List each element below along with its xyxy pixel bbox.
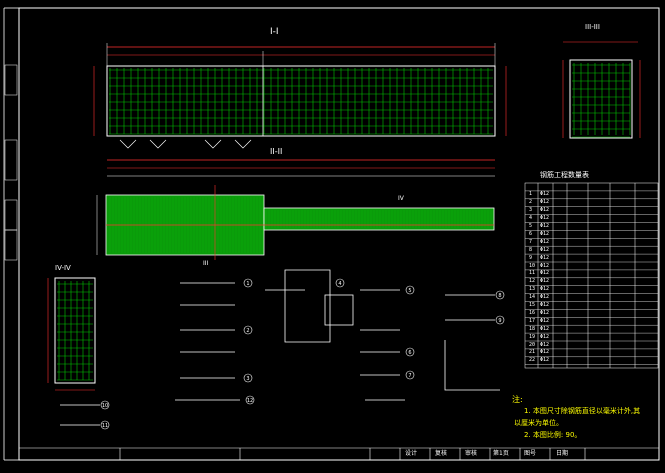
table-row: 16 bbox=[529, 309, 536, 316]
table-row: 12 bbox=[529, 278, 536, 285]
table-row: 17 bbox=[529, 317, 536, 324]
table-row: 9 bbox=[529, 254, 533, 261]
table-cell-diameter: Φ12 bbox=[540, 262, 550, 269]
table-cell-diameter: Φ12 bbox=[540, 246, 550, 253]
table-cell-diameter: Φ12 bbox=[540, 302, 550, 308]
rebar-table-title: 钢筋工程数量表 bbox=[540, 171, 589, 179]
table-row: 22 bbox=[529, 357, 536, 364]
table-cell-diameter: Φ12 bbox=[540, 349, 550, 356]
title-block-page: 第1页 bbox=[493, 450, 509, 457]
table-cell-diameter: Φ12 bbox=[540, 286, 550, 293]
note-line-1: 1. 本图尺寸除钢筋直径以毫米计外,其 bbox=[524, 407, 641, 415]
bar-details bbox=[60, 269, 500, 426]
table-row: 1 bbox=[529, 191, 533, 198]
table-row: 21 bbox=[529, 349, 536, 356]
table-cell-diameter: Φ12 bbox=[540, 215, 550, 222]
table-cell-diameter: Φ12 bbox=[540, 294, 550, 301]
title-block-design: 设计 bbox=[405, 450, 418, 457]
bar-mark-label: 10 bbox=[102, 403, 108, 409]
note-line-1b: 以厘米为单位。 bbox=[514, 419, 563, 427]
table-cell-diameter: Φ12 bbox=[540, 254, 550, 261]
table-cell-diameter: Φ12 bbox=[540, 357, 550, 364]
plan-view bbox=[96, 185, 495, 260]
table-cell-diameter: Φ12 bbox=[540, 333, 550, 340]
marker-iv: IV bbox=[398, 195, 404, 202]
title-block-check: 复核 bbox=[435, 450, 448, 457]
cross-section-left bbox=[47, 277, 96, 391]
table-row: 3 bbox=[529, 207, 533, 214]
section-label-cross-left: IV-IV bbox=[55, 264, 71, 272]
structural-drawing: 123456789101112 bbox=[3, 7, 660, 461]
margin-title-strip bbox=[4, 64, 18, 261]
cad-drawing-canvas[interactable]: 1 2 3 4 5 6 7 8 9 10 11 12 I-I III-III II-II IV-IV … bbox=[0, 0, 665, 469]
table-row: 18 bbox=[529, 325, 536, 332]
table-cell-diameter: Φ12 bbox=[540, 191, 550, 198]
table-row: 4 bbox=[529, 215, 533, 222]
marker-iii: III bbox=[203, 260, 209, 267]
table-row: 8 bbox=[529, 246, 533, 253]
table-row: 5 bbox=[529, 223, 533, 229]
table-cell-diameter: Φ12 bbox=[540, 207, 550, 214]
section-label-plan: II-II bbox=[270, 147, 283, 156]
table-cell-diameter: Φ12 bbox=[540, 325, 550, 332]
title-block-date: 日期 bbox=[556, 450, 569, 457]
table-cell-diameter: Φ12 bbox=[540, 341, 550, 348]
table-row: 6 bbox=[529, 230, 533, 237]
table-cell-diameter: Φ12 bbox=[540, 270, 550, 277]
table-cell-diameter: Φ12 bbox=[540, 223, 550, 229]
table-cell-diameter: Φ12 bbox=[540, 238, 550, 245]
section-label-elevation: I-I bbox=[270, 27, 279, 37]
table-cell-diameter: Φ12 bbox=[540, 309, 550, 316]
bar-mark-label: 9 bbox=[498, 318, 501, 324]
elevation-view bbox=[93, 43, 507, 177]
section-label-cross-right: III-III bbox=[585, 23, 600, 31]
table-cell-diameter: Φ12 bbox=[540, 230, 550, 237]
bar-mark-label: 4 bbox=[338, 281, 341, 287]
title-block-review: 审核 bbox=[465, 450, 478, 457]
table-row: 14 bbox=[529, 294, 536, 301]
bar-mark-label: 11 bbox=[102, 423, 108, 429]
table-row: 19 bbox=[529, 333, 536, 340]
bar-mark-label: 3 bbox=[246, 376, 249, 382]
bar-mark-label: 6 bbox=[408, 350, 411, 356]
table-row: 7 bbox=[529, 238, 533, 245]
bar-mark-label: 1 bbox=[246, 281, 249, 287]
table-row: 20 bbox=[529, 341, 536, 348]
bar-mark-label: 12 bbox=[247, 398, 253, 404]
table-cell-diameter: Φ12 bbox=[540, 199, 550, 206]
table-row: 13 bbox=[529, 286, 536, 293]
table-row: 2 bbox=[529, 199, 533, 206]
table-row: 11 bbox=[529, 270, 536, 277]
note-line-2: 2. 本图比例: 90。 bbox=[524, 431, 582, 439]
bar-mark-label: 5 bbox=[408, 288, 411, 294]
table-row: 10 bbox=[529, 262, 536, 269]
bar-mark-label: 8 bbox=[498, 293, 501, 299]
cross-section-right bbox=[562, 41, 641, 139]
title-block-drawing-no: 图号 bbox=[524, 450, 537, 457]
notes-heading: 注: bbox=[512, 395, 523, 404]
table-cell-diameter: Φ12 bbox=[540, 317, 550, 324]
bar-mark-label: 2 bbox=[246, 328, 249, 334]
bar-mark-label: 7 bbox=[408, 373, 411, 379]
table-row: 15 bbox=[529, 302, 536, 308]
table-cell-diameter: Φ12 bbox=[540, 278, 550, 285]
